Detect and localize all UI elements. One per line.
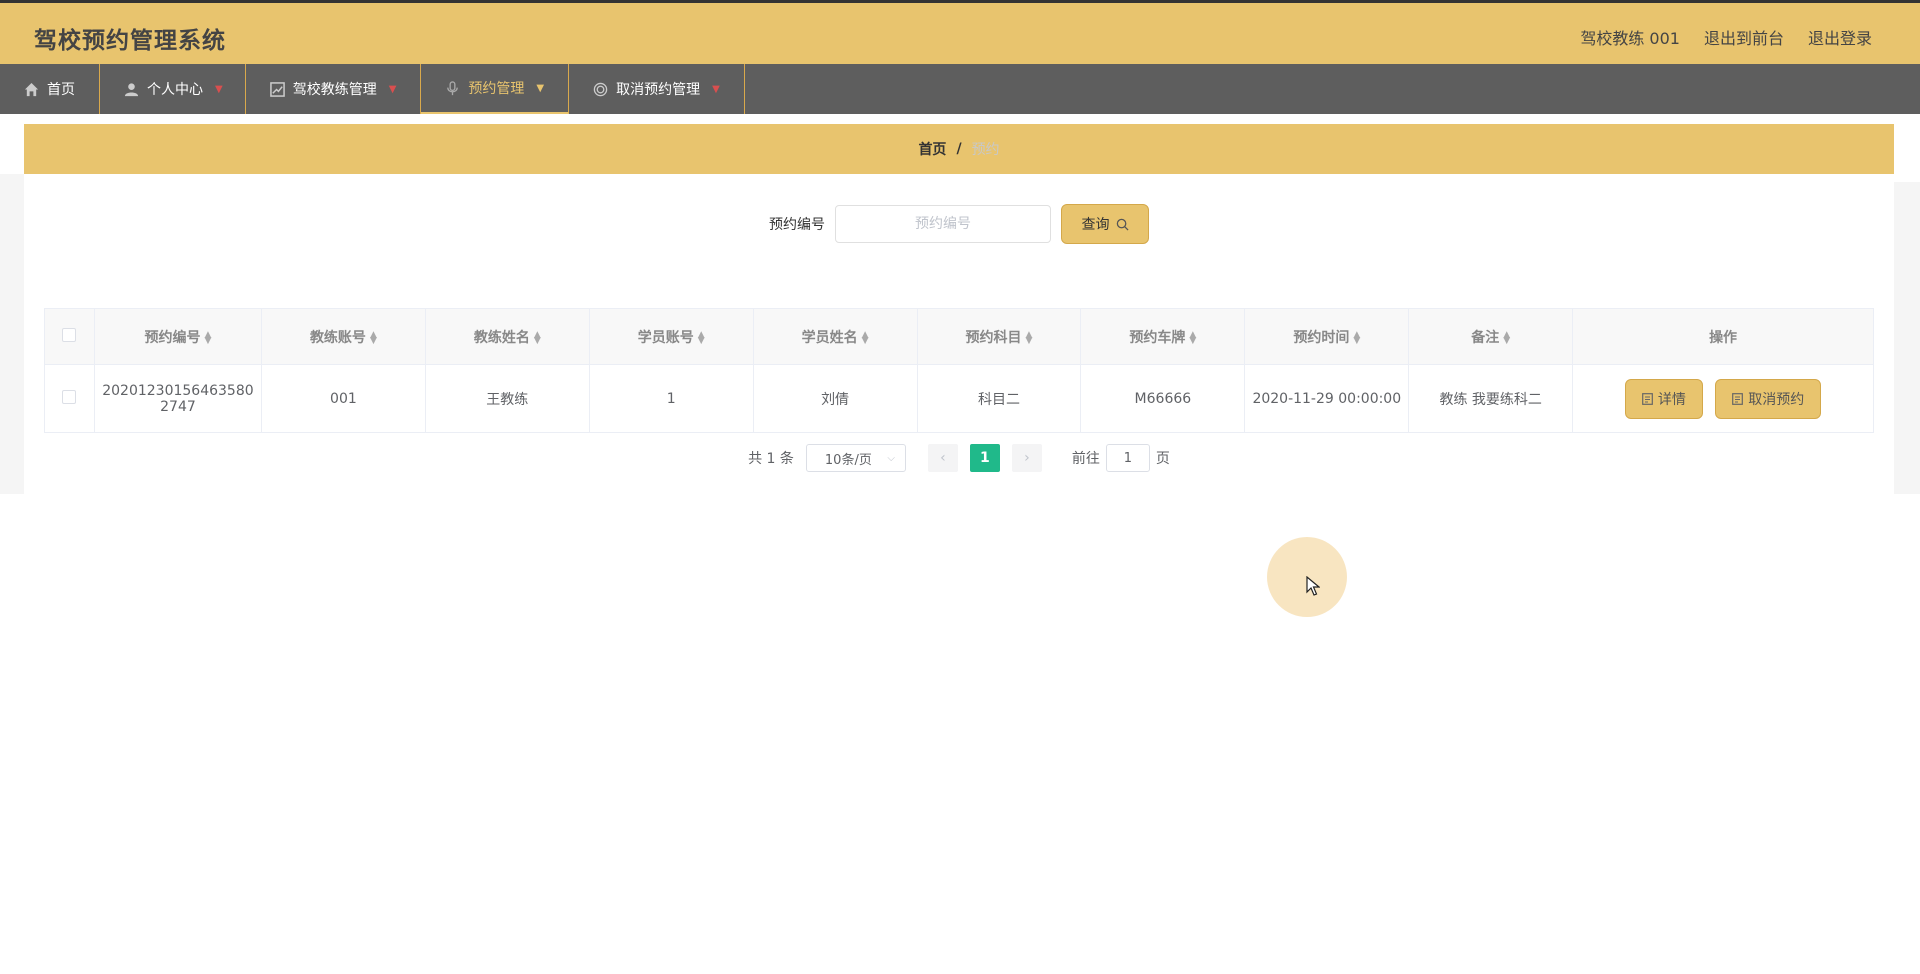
mouse-pointer-icon (1306, 576, 1320, 596)
time-cell: 2020-11-29 00:00:00 (1244, 364, 1410, 433)
booking-id-input[interactable] (835, 205, 1051, 243)
page-suffix: 页 (1155, 451, 1170, 467)
nav-item-label: 首页 (47, 82, 75, 98)
column-header[interactable]: 教练姓名 ▲ ▼ (424, 308, 590, 365)
sort-icon[interactable]: ▲ ▼ (1503, 330, 1510, 345)
student-name-cell: 刘倩 (752, 364, 918, 433)
note-cell: 教练 我要练科二 (1408, 364, 1574, 433)
document-icon (1732, 392, 1744, 405)
breadcrumb-home[interactable]: 首页 (918, 139, 946, 159)
column-header[interactable]: 备注 ▲ ▼ (1408, 308, 1574, 365)
subject-cell: 科目二 (916, 364, 1082, 433)
sort-icon[interactable]: ▲ ▼ (1189, 330, 1196, 345)
goto-label: 前往 (1071, 451, 1100, 467)
plate-cell: M66666 (1080, 364, 1246, 433)
column-header[interactable]: 学员账号 ▲ ▼ (588, 308, 754, 365)
search-bar: 预约编号 查询 (24, 204, 1894, 244)
chevron-down-icon: ▼ (712, 83, 720, 95)
cancel-booking-button[interactable]: 取消预约 (1715, 378, 1822, 419)
search-button-label: 查询 (1081, 217, 1110, 233)
table-row: 20201230156463580 2747 001 王教练 1 刘倩 科目二 M… (44, 364, 1874, 433)
column-header[interactable]: 预约编号 ▲ ▼ (93, 308, 262, 365)
pagination: 共 1 条 10条/页 ⌵ ‹ 1 › 前往 页 (24, 444, 1894, 472)
search-button[interactable]: 查询 (1061, 204, 1149, 244)
nav-item-label: 预约管理 (468, 81, 525, 97)
breadcrumb: 首页 / 预约 (24, 124, 1894, 174)
sort-icon[interactable]: ▲ ▼ (370, 330, 377, 345)
column-header[interactable]: 学员姓名 ▲ ▼ (752, 308, 918, 365)
nav-item-label: 个人中心 (147, 82, 203, 98)
row-select-cell (44, 364, 95, 433)
nav-item-label: 取消预约管理 (616, 82, 701, 98)
chevron-down-icon: ⌵ (887, 452, 895, 464)
page-gutter (0, 174, 24, 494)
column-header[interactable]: 预约科目 ▲ ▼ (916, 308, 1082, 365)
target-icon (593, 82, 608, 96)
coach-account-cell: 001 (260, 364, 426, 433)
search-label: 预约编号 (769, 217, 825, 233)
chevron-left-icon: ‹ (940, 450, 946, 466)
sort-icon[interactable]: ▲ ▼ (1353, 330, 1360, 345)
page-number-current[interactable]: 1 (969, 444, 1000, 472)
page-gutter-right (1894, 182, 1920, 494)
search-icon (1116, 218, 1129, 231)
breadcrumb-separator: / (956, 141, 962, 157)
sort-icon[interactable]: ▲ ▼ (698, 330, 705, 345)
chevron-right-icon: › (1024, 450, 1030, 466)
column-header[interactable]: 预约车牌 ▲ ▼ (1080, 308, 1246, 365)
top-header: 驾校预约管理系统 驾校教练 001 退出到前台 退出登录 (0, 0, 1920, 64)
column-header[interactable]: 教练账号 ▲ ▼ (260, 308, 426, 365)
user-icon (124, 82, 139, 96)
column-header-actions: 操作 (1572, 308, 1874, 365)
nav-item-profile[interactable]: 个人中心 ▼ (100, 64, 246, 114)
chevron-down-icon: ▼ (388, 83, 397, 95)
goto-page-input[interactable] (1105, 444, 1150, 472)
booking-table: 预约编号 ▲ ▼ 教练账号 ▲ ▼ 教练姓名 ▲ ▼ 学员账号 ▲ ▼ 学员姓名 ▲ ▼ 预约科目 ▲… (44, 308, 1874, 433)
exit-to-front-link[interactable]: 退出到前台 (1704, 25, 1784, 49)
student-account-cell: 1 (588, 364, 754, 433)
breadcrumb-current: 预约 (971, 142, 1000, 158)
row-checkbox[interactable] (62, 389, 77, 404)
next-page-button[interactable]: › (1011, 444, 1042, 472)
sort-icon[interactable]: ▲ ▼ (205, 330, 212, 345)
actions-cell: 详情 取消预约 (1572, 364, 1874, 433)
header-actions: 驾校教练 001 退出到前台 退出登录 (1580, 25, 1872, 49)
chevron-down-icon: ▼ (536, 82, 545, 94)
main-nav: 首页 个人中心 ▼ 驾校教练管理 ▼ 预约管理 ▼ 取消预约管理 ▼ (0, 64, 1920, 114)
page-size-select[interactable]: 10条/页 ⌵ (805, 444, 906, 472)
sort-icon[interactable]: ▲ ▼ (862, 330, 869, 345)
logout-link[interactable]: 退出登录 (1808, 25, 1872, 49)
select-all-checkbox[interactable] (62, 327, 77, 342)
coach-name-cell: 王教练 (424, 364, 590, 433)
detail-button[interactable]: 详情 (1624, 378, 1703, 419)
chart-icon (269, 81, 285, 97)
sort-icon[interactable]: ▲ ▼ (1026, 330, 1033, 345)
table-header-row: 预约编号 ▲ ▼ 教练账号 ▲ ▼ 教练姓名 ▲ ▼ 学员账号 ▲ ▼ 学员姓名 ▲ ▼ 预约科目 ▲… (44, 308, 1874, 365)
nav-item-label: 驾校教练管理 (292, 82, 377, 98)
current-user-label: 驾校教练 001 (1580, 29, 1680, 48)
chevron-down-icon: ▼ (215, 83, 223, 95)
nav-item-coach-management[interactable]: 驾校教练管理 ▼ (246, 64, 422, 114)
content-panel: 预约编号 查询 预约编号▲▼ 教练账号▲▼ 教练姓名▲▼ 学员账号▲▼ 学员姓名… (24, 182, 1894, 494)
nav-item-cancel-management[interactable]: 取消预约管理 ▼ (569, 64, 745, 114)
header-select-cell (44, 308, 95, 365)
app-title: 驾校预约管理系统 (34, 28, 226, 54)
microphone-icon (447, 80, 459, 95)
column-header[interactable]: 预约时间 ▲ ▼ (1244, 308, 1410, 365)
total-count: 共 1 条 (748, 451, 794, 467)
nav-item-booking-management[interactable]: 预约管理 ▼ (421, 64, 570, 114)
sort-icon[interactable]: ▲ ▼ (534, 330, 541, 345)
home-icon (24, 82, 39, 96)
booking-id-cell: 20201230156463580 2747 (93, 364, 262, 433)
prev-page-button[interactable]: ‹ (927, 444, 958, 472)
nav-item-home[interactable]: 首页 (0, 64, 100, 114)
document-icon (1641, 392, 1653, 405)
